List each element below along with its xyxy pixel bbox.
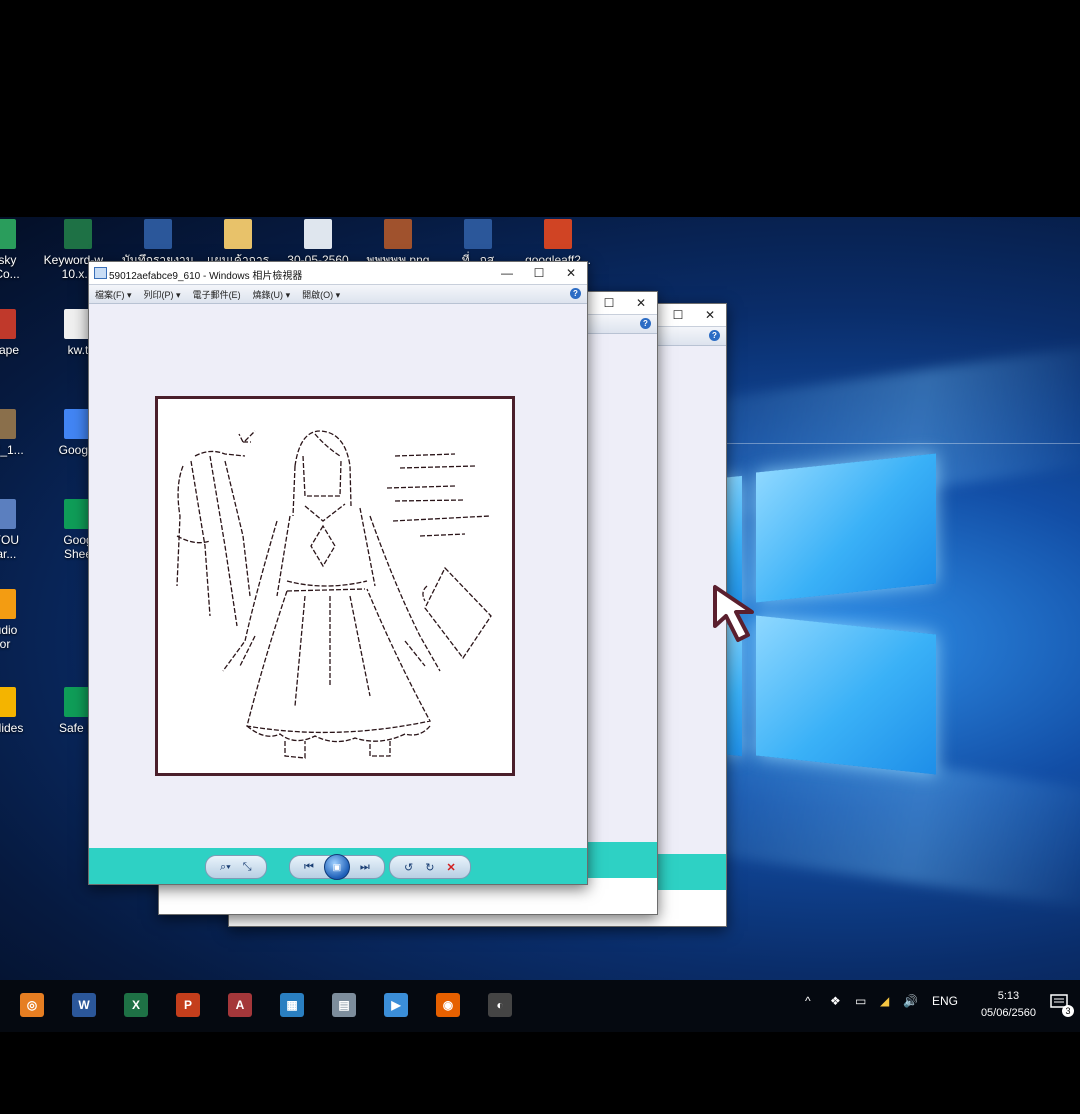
photo-viewer-app-icon — [94, 267, 107, 279]
rotate-left-icon[interactable]: ↺ — [404, 861, 413, 874]
battery-icon[interactable]: ▭ — [855, 994, 866, 1008]
maximize-button[interactable]: ☐ — [593, 292, 625, 314]
previous-icon[interactable]: ⏮ — [304, 861, 314, 874]
desktop: erskye Co...Keyword-w...10.x...บันทึกราย… — [0, 217, 1080, 1032]
taskbar-photos-icon[interactable]: ▦ — [280, 993, 304, 1017]
navigation-group: ⏮ ▣ ⏭ — [289, 854, 385, 880]
rotate-right-icon[interactable]: ↻ — [425, 861, 434, 874]
menu-email[interactable]: 電子郵件(E) — [193, 288, 241, 301]
image-date-icon — [304, 219, 332, 249]
help-icon[interactable]: ? — [640, 318, 651, 329]
help-icon[interactable]: ? — [570, 288, 581, 299]
clock[interactable]: 5:13 05/06/2560 — [981, 988, 1036, 1022]
title-bar[interactable]: 59012aefabce9_610 - Windows 相片檢視器 — ☐ ✕ — [89, 262, 587, 284]
menu-burn[interactable]: 燒錄(U) ▾ — [253, 288, 291, 301]
photo-viewer-window[interactable]: 59012aefabce9_610 - Windows 相片檢視器 — ☐ ✕ … — [88, 261, 588, 885]
audio-editor-icon — [0, 589, 16, 619]
menu-bar: 檔案(F) ▾ 列印(P) ▾ 電子郵件(E) 燒錄(U) ▾ 開啟(O) ▾ … — [89, 284, 587, 304]
language-indicator[interactable]: ENG — [932, 994, 958, 1008]
image-viewport: ⌕▾ ⤡ ⏮ ▣ ⏭ ↺ ↻ ✕ — [89, 304, 587, 884]
close-button[interactable]: ✕ — [694, 304, 726, 326]
zoom-icon[interactable]: ⌕▾ — [220, 861, 231, 874]
zoom-group: ⌕▾ ⤡ — [205, 855, 267, 879]
png-image-icon — [384, 219, 412, 249]
sketch-image — [155, 396, 515, 776]
volume-icon[interactable]: 🔊 — [903, 994, 918, 1008]
kaspersky-icon — [0, 219, 16, 249]
help-icon[interactable]: ? — [709, 330, 720, 341]
word-doc-1-icon — [144, 219, 172, 249]
taskbar-media-player-icon[interactable]: ▶ — [384, 993, 408, 1017]
taskbar-access-icon[interactable]: A — [228, 993, 252, 1017]
desktop-icon-label: itor — [0, 637, 11, 651]
show-hidden-icons-icon[interactable]: ^ — [805, 994, 811, 1008]
googleaff-file-icon — [544, 219, 572, 249]
taskbar-word-icon[interactable]: W — [72, 993, 96, 1017]
notification-center-icon[interactable]: 3 — [1050, 993, 1074, 1017]
desktop-icon-word-doc-1[interactable]: บันทึกรายงาน — [116, 219, 200, 267]
menu-print[interactable]: 列印(P) ▾ — [144, 288, 181, 301]
maximize-button[interactable]: ☐ — [523, 262, 555, 284]
fit-window-icon[interactable]: ⤡ — [243, 861, 252, 874]
close-button[interactable]: ✕ — [555, 262, 587, 284]
google-slides-icon — [0, 687, 16, 717]
wifi-icon[interactable]: ◢ — [880, 994, 889, 1008]
edit-group: ↺ ↻ ✕ — [389, 855, 471, 879]
inkscape-icon — [0, 309, 16, 339]
taskbar: ◎ W X P A ▦ ▤ ▶ ◉ ◐ ^ ❖ ▭ ◢ 🔊 ENG 5:13 05/06/2560… — [0, 980, 1080, 1032]
desktop-icon-image-date[interactable]: 30-05-2560 — [276, 219, 360, 267]
byou-software-icon — [0, 499, 16, 529]
desktop-icon-googleaff-file[interactable]: googleaff2... — [516, 219, 600, 267]
taskbar-app-orange-icon[interactable]: ◎ — [20, 993, 44, 1017]
folder-1-icon — [224, 219, 252, 249]
close-button[interactable]: ✕ — [625, 292, 657, 314]
taskbar-obs-icon[interactable]: ◐ — [488, 993, 512, 1017]
taskbar-powerpoint-icon[interactable]: P — [176, 993, 200, 1017]
maximize-button[interactable]: ☐ — [662, 304, 694, 326]
desktop-icon-png-image[interactable]: พพพพพ.png — [356, 219, 440, 267]
desktop-icon-label: Audio — [0, 623, 18, 637]
taskbar-firefox-icon[interactable]: ◉ — [436, 993, 460, 1017]
clock-time: 5:13 — [997, 990, 1020, 1002]
image-167-icon — [0, 409, 16, 439]
dropbox-icon[interactable]: ❖ — [830, 994, 841, 1008]
slideshow-button[interactable]: ▣ — [323, 854, 350, 880]
keyword-excel-icon — [64, 219, 92, 249]
word-doc-2-icon — [464, 219, 492, 249]
desktop-icon-word-doc-2[interactable]: ที่...กส — [436, 219, 520, 267]
desktop-icon-folder-1[interactable]: แผนเค้าการ — [196, 219, 280, 267]
window-title: 59012aefabce9_610 - Windows 相片檢視器 — [109, 271, 303, 282]
next-icon[interactable]: ⏭ — [360, 861, 370, 874]
mouse-cursor-icon — [713, 585, 754, 642]
desktop-icon-audio-editor[interactable]: Audioitor — [0, 589, 44, 651]
menu-file[interactable]: 檔案(F) ▾ — [95, 288, 132, 301]
viewer-toolbar: ⌕▾ ⤡ ⏮ ▣ ⏭ ↺ ↻ ✕ — [89, 848, 587, 884]
minimize-button[interactable]: — — [491, 262, 523, 284]
delete-icon[interactable]: ✕ — [446, 861, 455, 874]
notification-count-badge: 3 — [1062, 1005, 1074, 1017]
clock-date: 05/06/2560 — [980, 1007, 1036, 1019]
menu-open[interactable]: 開啟(O) ▾ — [302, 288, 340, 301]
taskbar-notepad-icon[interactable]: ▤ — [332, 993, 356, 1017]
taskbar-excel-icon[interactable]: X — [124, 993, 148, 1017]
